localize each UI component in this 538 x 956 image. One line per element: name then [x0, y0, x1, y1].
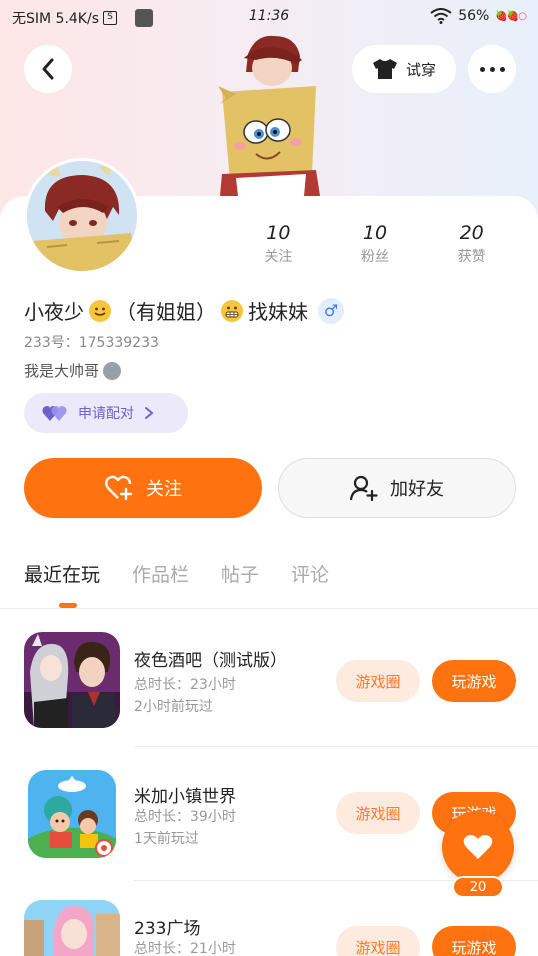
game-circle-button[interactable]: 游戏圈	[336, 926, 420, 956]
play-game-button[interactable]: 玩游戏	[432, 660, 516, 702]
tab-posts[interactable]: 帖子	[221, 560, 259, 587]
game-last-played: 2小时前玩过	[134, 699, 213, 715]
tab-works[interactable]: 作品栏	[132, 560, 189, 587]
apply-pair-button[interactable]: 申请配对	[24, 393, 188, 433]
double-heart-icon	[42, 406, 67, 421]
battery-icon: 🍓🍓○	[495, 10, 527, 22]
grimace-emoji-icon	[221, 299, 243, 322]
try-on-label: 试穿	[405, 60, 436, 79]
game-title: 米加小镇世界	[134, 787, 236, 807]
play-game-button[interactable]: 玩游戏	[432, 926, 516, 956]
game-title: 夜色酒吧（测试版）	[134, 651, 287, 671]
robot-emoji-icon	[103, 361, 122, 380]
like-count-badge: 20	[452, 876, 504, 898]
follow-label: 关注	[146, 479, 182, 500]
try-on-button[interactable]: 试穿	[352, 45, 456, 93]
stat-value: 10	[362, 222, 388, 244]
follow-button[interactable]: 关注	[24, 458, 262, 518]
chevron-right-icon	[145, 407, 154, 419]
profile-tabs: 最近在玩 作品栏 帖子 评论	[24, 560, 329, 587]
game-item[interactable]: 夜色酒吧（测试版） 总时长：23小时 2小时前玩过 游戏圈 玩游戏	[0, 632, 538, 742]
name-text: （有姐姐）	[116, 300, 216, 324]
name-text: 小夜少	[24, 300, 84, 324]
stat-likes[interactable]: 20 获赞	[423, 222, 520, 266]
user-id: 233号：175339233	[24, 335, 159, 351]
like-fab-button[interactable]	[442, 811, 514, 883]
game-duration: 总时长：39小时	[134, 809, 236, 825]
add-user-icon	[350, 475, 378, 501]
game-circle-button[interactable]: 游戏圈	[336, 792, 420, 834]
profile-stats: 10 关注 10 粉丝 20 获赞	[230, 222, 520, 266]
more-icon	[479, 66, 505, 72]
tabs-divider	[0, 608, 538, 609]
chevron-left-icon	[42, 58, 54, 80]
game-item[interactable]: 233广场 总时长：21小时 游戏圈 玩游戏	[0, 900, 538, 956]
stat-label: 粉丝	[361, 249, 389, 265]
add-friend-button[interactable]: 加好友	[278, 458, 516, 518]
game-icon	[24, 632, 120, 728]
profile-name: 小夜少 （有姐姐） 找妹妹 ♂	[24, 296, 344, 325]
bio-text: 我是大帅哥	[24, 362, 100, 380]
heart-plus-icon	[105, 475, 133, 501]
tab-recently-played[interactable]: 最近在玩	[24, 560, 100, 587]
game-circle-button[interactable]: 游戏圈	[336, 660, 420, 702]
avatar[interactable]	[24, 158, 140, 274]
name-text: 找妹妹	[248, 300, 308, 324]
tab-comments[interactable]: 评论	[291, 560, 329, 587]
smile-emoji-icon	[89, 299, 111, 322]
avatar-character-image	[218, 35, 320, 196]
game-icon	[28, 770, 116, 858]
list-divider	[134, 746, 538, 747]
stat-label: 获赞	[457, 249, 486, 265]
shirt-icon	[372, 59, 397, 79]
stat-value: 10	[266, 222, 291, 244]
bio: 我是大帅哥	[24, 360, 122, 381]
battery-text: 56%	[458, 8, 490, 24]
status-bar: 无SIM 5.4K/s S 11:36 56% 🍓🍓○	[0, 0, 538, 34]
game-icon	[24, 900, 120, 956]
stat-followers[interactable]: 10 粉丝	[327, 222, 424, 266]
avatar-image	[27, 161, 137, 271]
stat-following[interactable]: 10 关注	[230, 222, 327, 266]
back-button[interactable]	[24, 45, 72, 93]
stat-value: 20	[459, 222, 484, 244]
game-title: 233广场	[134, 919, 201, 939]
stat-label: 关注	[264, 249, 293, 265]
heart-icon	[463, 835, 493, 859]
add-friend-label: 加好友	[390, 479, 444, 500]
game-duration: 总时长：21小时	[134, 941, 236, 956]
game-last-played: 1天前玩过	[134, 831, 199, 847]
game-duration: 总时长：23小时	[134, 677, 236, 693]
apply-pair-label: 申请配对	[78, 406, 134, 422]
wifi-icon	[430, 8, 452, 24]
male-icon: ♂	[318, 297, 344, 324]
more-options-button[interactable]	[468, 45, 516, 93]
